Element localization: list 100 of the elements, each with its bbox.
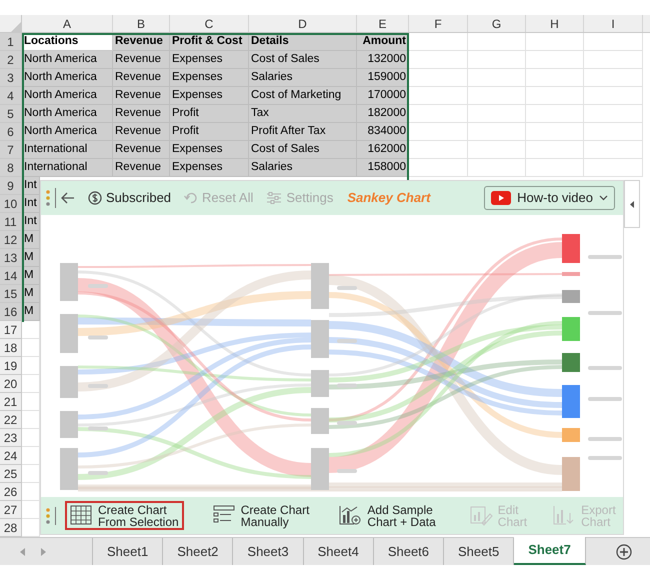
table-cell: North America — [22, 87, 113, 105]
table-cell: Revenue — [113, 69, 170, 87]
table-cell: Revenue — [113, 123, 170, 141]
row-header[interactable]: 3 — [0, 69, 22, 87]
table-cell: Profit — [170, 105, 249, 123]
row-header[interactable]: 6 — [0, 123, 22, 141]
table-cell: Cost of Sales — [249, 51, 357, 69]
table-cell: 834000 — [357, 123, 409, 141]
table-cell: International — [22, 159, 113, 177]
row-header[interactable]: 22 — [0, 411, 22, 429]
column-header[interactable]: C — [170, 15, 249, 32]
row-header[interactable]: 20 — [0, 375, 22, 393]
table-cell: Profit — [170, 123, 249, 141]
drag-handle-icon[interactable] — [46, 190, 50, 206]
row-header[interactable]: 17 — [0, 321, 22, 339]
sheet-tab[interactable]: Sheet7 — [514, 537, 586, 565]
row-header[interactable]: 9 — [0, 177, 22, 195]
table-cell: North America — [22, 123, 113, 141]
column-header[interactable]: A — [22, 15, 113, 32]
table-cell: 159000 — [357, 69, 409, 87]
column-header[interactable]: E — [357, 15, 409, 32]
row-header[interactable]: 28 — [0, 519, 22, 537]
video-button[interactable]: How-to video — [484, 186, 615, 210]
row-header[interactable]: 15 — [0, 285, 22, 303]
row-header[interactable]: 19 — [0, 357, 22, 375]
table-cell: 182000 — [357, 105, 409, 123]
drag-handle-icon[interactable] — [46, 508, 50, 524]
sheet-tab[interactable]: Sheet6 — [374, 538, 444, 565]
collapse-tab[interactable] — [624, 180, 640, 228]
sheet-tab[interactable]: Sheet1 — [93, 538, 164, 565]
table-cell: 132000 — [357, 51, 409, 69]
table-cell: Salaries — [249, 159, 357, 177]
table-cell: 170000 — [357, 87, 409, 105]
row-header[interactable]: 2 — [0, 51, 22, 69]
row-header[interactable]: 7 — [0, 141, 22, 159]
row-header[interactable]: 4 — [0, 87, 22, 105]
table-cell: Salaries — [249, 69, 357, 87]
row-header[interactable]: 14 — [0, 267, 22, 285]
table-cell: Tax — [249, 105, 357, 123]
corner-triangle-icon[interactable] — [11, 22, 21, 32]
row-header[interactable]: 11 — [0, 213, 22, 231]
table-cell: International — [22, 141, 113, 159]
row-header[interactable]: 27 — [0, 501, 22, 519]
sliders-icon — [266, 191, 282, 205]
table-cell: North America — [22, 51, 113, 69]
table-cell: Expenses — [170, 51, 249, 69]
table-icon — [70, 505, 93, 526]
sheet-tab[interactable]: Sheet3 — [233, 538, 304, 565]
bar-chart-plus-icon — [339, 505, 362, 526]
scroll-right-icon[interactable] — [40, 548, 46, 556]
table-cell: 158000 — [357, 159, 409, 177]
column-header[interactable]: B — [113, 15, 170, 32]
table-cell: Expenses — [170, 87, 249, 105]
sheet-tab[interactable]: Sheet4 — [304, 538, 374, 565]
table-cell: Cost of Sales — [249, 141, 357, 159]
row-header[interactable]: 13 — [0, 249, 22, 267]
back-arrow-icon[interactable] — [61, 192, 75, 204]
scroll-left-icon[interactable] — [20, 548, 26, 556]
row-header[interactable]: 10 — [0, 195, 22, 213]
action-button[interactable]: Create Chart From Selection — [65, 501, 184, 530]
column-header[interactable]: I — [584, 15, 643, 32]
table-cell: North America — [22, 69, 113, 87]
row-header[interactable]: 8 — [0, 159, 22, 177]
add-sheet-icon[interactable] — [616, 544, 632, 560]
triangle-icon — [630, 200, 634, 208]
row-header[interactable]: 21 — [0, 393, 22, 411]
row-header[interactable]: 16 — [0, 303, 22, 321]
table-cell: Revenue — [113, 105, 170, 123]
chart-export-icon — [553, 505, 576, 526]
toolbar-button[interactable]: Subscribed — [88, 188, 172, 208]
row-header[interactable]: 5 — [0, 105, 22, 123]
column-header[interactable]: G — [468, 15, 526, 32]
row-header[interactable]: 26 — [0, 483, 22, 501]
column-header[interactable]: D — [249, 15, 357, 32]
row-header[interactable]: 12 — [0, 231, 22, 249]
table-cell: Expenses — [170, 159, 249, 177]
table-cell: Revenue — [113, 87, 170, 105]
chevron-down-icon — [599, 195, 608, 201]
dollar-circle-icon — [88, 191, 102, 205]
action-button[interactable]: Create Chart Manually — [208, 501, 314, 530]
row-header[interactable]: 18 — [0, 339, 22, 357]
play-icon — [491, 191, 512, 205]
table-cell: North America — [22, 105, 113, 123]
sheet-tab[interactable]: Sheet2 — [163, 538, 234, 565]
table-cell: 162000 — [357, 141, 409, 159]
table-cell: Revenue — [113, 141, 170, 159]
table-cell: Profit After Tax — [249, 123, 357, 141]
panel-title: Sankey Chart — [347, 189, 430, 208]
column-header[interactable]: H — [526, 15, 584, 32]
column-header[interactable]: F — [409, 15, 468, 32]
row-header[interactable]: 1 — [0, 33, 22, 51]
undo-icon — [184, 191, 198, 205]
table-cell: Expenses — [170, 141, 249, 159]
table-cell: Cost of Marketing — [249, 87, 357, 105]
table-cell: Expenses — [170, 69, 249, 87]
row-header[interactable]: 23 — [0, 429, 22, 447]
row-header[interactable]: 25 — [0, 465, 22, 483]
row-header[interactable]: 24 — [0, 447, 22, 465]
action-button[interactable]: Add Sample Chart + Data — [334, 501, 441, 530]
table-cell: Revenue — [113, 51, 170, 69]
